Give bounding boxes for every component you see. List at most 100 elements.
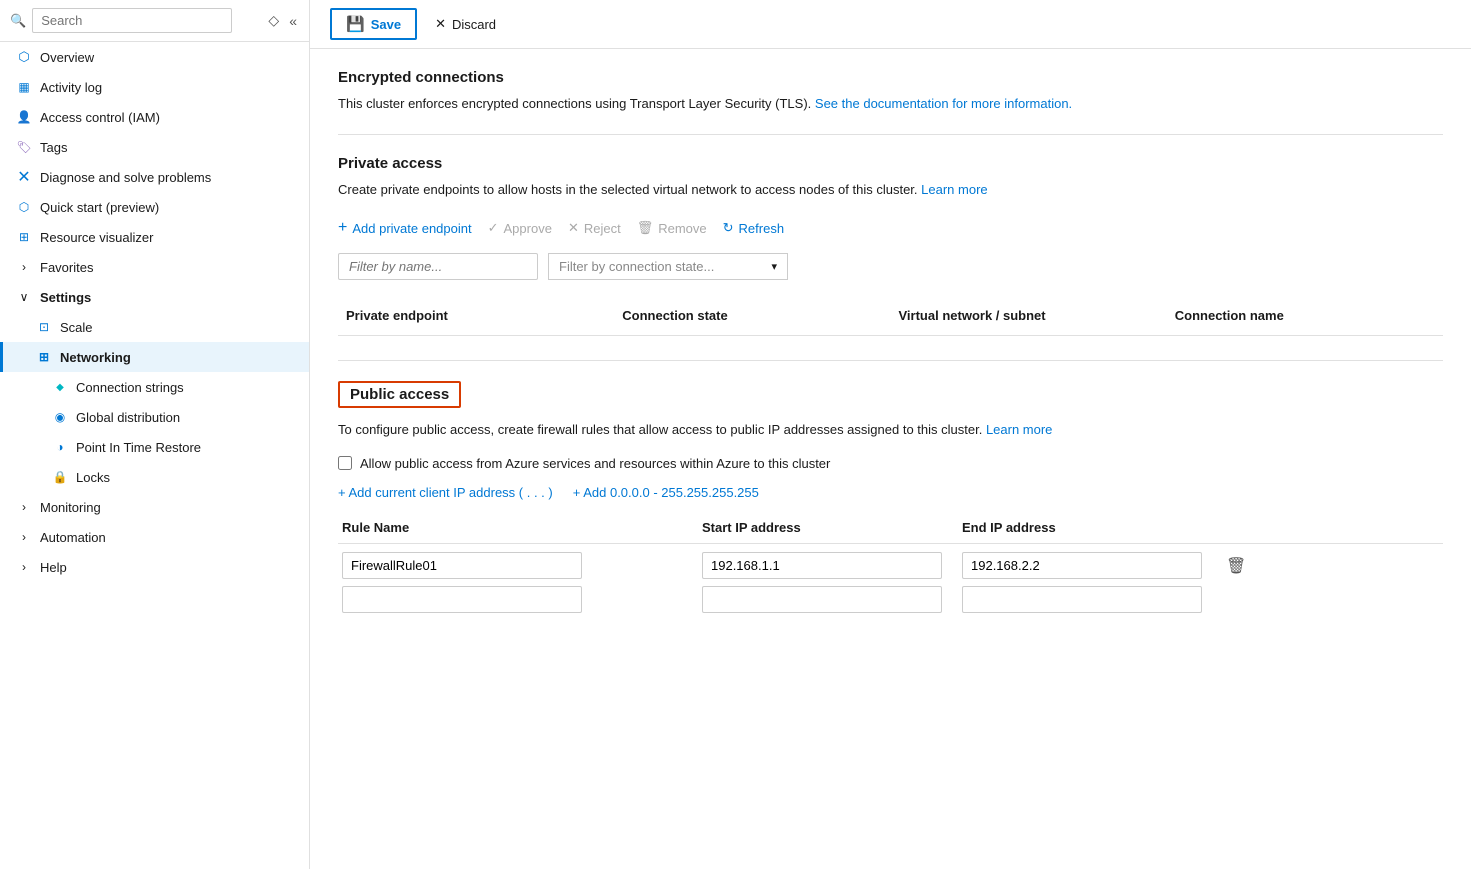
sidebar-item-locks[interactable]: 🔒 Locks <box>0 462 309 492</box>
sidebar-item-label: Connection strings <box>76 380 297 395</box>
sidebar: 🔍 ◇ « ⬡ Overview ▦ Activity log 👤 Access… <box>0 0 310 869</box>
overview-icon: ⬡ <box>16 49 32 65</box>
encrypted-connections-link[interactable]: See the documentation for more informati… <box>815 96 1072 111</box>
sidebar-item-networking[interactable]: ⊞ Networking <box>0 342 309 372</box>
add-icon: + <box>338 219 347 237</box>
col-start-ip: Start IP address <box>698 520 958 535</box>
end-ip-input-empty[interactable] <box>962 586 1202 613</box>
trash-icon: 🗑 <box>1226 558 1246 575</box>
firewall-rule-row: 🗑 <box>338 552 1443 580</box>
col-virtual-network: Virtual network / subnet <box>891 304 1167 327</box>
col-end-ip: End IP address <box>958 520 1218 535</box>
end-ip-input[interactable] <box>962 552 1202 579</box>
collapse-icon[interactable]: « <box>287 10 299 31</box>
search-actions: ◇ « <box>266 10 299 31</box>
end-ip-cell-empty <box>958 586 1218 613</box>
sidebar-item-tags[interactable]: 🏷 Tags <box>0 132 309 162</box>
sidebar-item-label: Resource visualizer <box>40 230 297 245</box>
sidebar-item-access-control[interactable]: 👤 Access control (IAM) <box>0 102 309 132</box>
add-range-link[interactable]: + Add 0.0.0.0 - 255.255.255.255 <box>573 485 759 500</box>
add-client-ip-link[interactable]: + Add current client IP address ( . . . … <box>338 485 553 500</box>
trash-icon: 🗑 <box>637 220 654 236</box>
main-content: 💾 Save ✕ Discard Encrypted connections T… <box>310 0 1471 869</box>
monitoring-expand-icon: › <box>16 499 32 515</box>
access-control-icon: 👤 <box>16 109 32 125</box>
approve-button[interactable]: ✓ Approve <box>488 216 552 240</box>
sidebar-item-label: Overview <box>40 50 297 65</box>
private-access-title: Private access <box>338 155 1443 172</box>
start-ip-input-empty[interactable] <box>702 586 942 613</box>
private-access-learn-more-link[interactable]: Learn more <box>921 182 987 197</box>
delete-rule-button[interactable]: 🗑 <box>1222 552 1250 580</box>
start-ip-input[interactable] <box>702 552 942 579</box>
reject-button[interactable]: ✕ Reject <box>568 216 621 240</box>
start-ip-cell <box>698 552 958 579</box>
add-private-endpoint-button[interactable]: + Add private endpoint <box>338 215 472 241</box>
private-access-table-header: Private endpoint Connection state Virtua… <box>338 296 1443 336</box>
rule-name-input-empty[interactable] <box>342 586 582 613</box>
activity-log-icon: ▦ <box>16 79 32 95</box>
allow-azure-services-checkbox[interactable] <box>338 456 352 470</box>
col-private-endpoint: Private endpoint <box>338 304 614 327</box>
locks-icon: 🔒 <box>52 469 68 485</box>
sidebar-item-label: Quick start (preview) <box>40 200 297 215</box>
rule-name-input[interactable] <box>342 552 582 579</box>
remove-label: Remove <box>658 221 706 236</box>
discard-button[interactable]: ✕ Discard <box>421 11 510 37</box>
filter-row: Filter by connection state... ▾ <box>338 253 1443 280</box>
sidebar-item-label: Monitoring <box>40 500 297 515</box>
sidebar-item-scale[interactable]: ⊡ Scale <box>0 312 309 342</box>
networking-icon: ⊞ <box>36 349 52 365</box>
sidebar-item-quick-start[interactable]: ⬡ Quick start (preview) <box>0 192 309 222</box>
save-label: Save <box>371 17 401 32</box>
remove-button[interactable]: 🗑 Remove <box>637 216 707 240</box>
sidebar-item-favorites[interactable]: › Favorites <box>0 252 309 282</box>
sidebar-item-label: Favorites <box>40 260 297 275</box>
firewall-table-header: Rule Name Start IP address End IP addres… <box>338 520 1443 544</box>
sidebar-item-settings[interactable]: ∨ Settings <box>0 282 309 312</box>
chevron-down-icon: ▾ <box>771 260 777 273</box>
col-actions <box>1218 520 1258 535</box>
public-access-learn-more-link[interactable]: Learn more <box>986 422 1052 437</box>
sidebar-item-overview[interactable]: ⬡ Overview <box>0 42 309 72</box>
sidebar-item-point-in-time[interactable]: ◑ Point In Time Restore <box>0 432 309 462</box>
reject-icon: ✕ <box>568 220 579 236</box>
firewall-rule-row-empty <box>338 586 1443 613</box>
encrypted-connections-description: This cluster enforces encrypted connecti… <box>338 94 1443 114</box>
reject-label: Reject <box>584 221 621 236</box>
filter-state-label: Filter by connection state... <box>559 259 771 274</box>
start-ip-cell-empty <box>698 586 958 613</box>
sidebar-item-label: Help <box>40 560 297 575</box>
sidebar-item-label: Tags <box>40 140 297 155</box>
diagnose-icon: ✕ <box>16 169 32 185</box>
sidebar-item-automation[interactable]: › Automation <box>0 522 309 552</box>
filter-name-input[interactable] <box>338 253 538 280</box>
diamond-icon[interactable]: ◇ <box>266 10 281 31</box>
search-bar: 🔍 ◇ « <box>0 0 309 42</box>
settings-expand-icon: ∨ <box>16 289 32 305</box>
row-actions-cell: 🗑 <box>1218 552 1258 580</box>
sidebar-item-monitoring[interactable]: › Monitoring <box>0 492 309 522</box>
refresh-button[interactable]: ↻ Refresh <box>723 216 784 240</box>
sidebar-item-help[interactable]: › Help <box>0 552 309 582</box>
expand-icon: › <box>16 259 32 275</box>
sidebar-item-connection-strings[interactable]: ◆ Connection strings <box>0 372 309 402</box>
filter-state-dropdown[interactable]: Filter by connection state... ▾ <box>548 253 788 280</box>
allow-azure-services-label: Allow public access from Azure services … <box>360 456 830 471</box>
search-input[interactable] <box>32 8 232 33</box>
sidebar-item-label: Automation <box>40 530 297 545</box>
add-private-endpoint-label: Add private endpoint <box>352 221 471 236</box>
sidebar-item-global-distribution[interactable]: ◉ Global distribution <box>0 402 309 432</box>
sidebar-item-diagnose[interactable]: ✕ Diagnose and solve problems <box>0 162 309 192</box>
refresh-icon: ↻ <box>723 220 734 236</box>
toolbar: 💾 Save ✕ Discard <box>310 0 1471 49</box>
sidebar-item-resource-visualizer[interactable]: ⊞ Resource visualizer <box>0 222 309 252</box>
refresh-label: Refresh <box>739 221 785 236</box>
col-connection-name: Connection name <box>1167 304 1443 327</box>
save-button[interactable]: 💾 Save <box>330 8 417 40</box>
search-icon: 🔍 <box>10 13 26 29</box>
discard-icon: ✕ <box>435 16 446 32</box>
sidebar-item-activity-log[interactable]: ▦ Activity log <box>0 72 309 102</box>
page-content: Encrypted connections This cluster enfor… <box>310 49 1471 869</box>
private-access-section: Private access Create private endpoints … <box>338 155 1443 337</box>
